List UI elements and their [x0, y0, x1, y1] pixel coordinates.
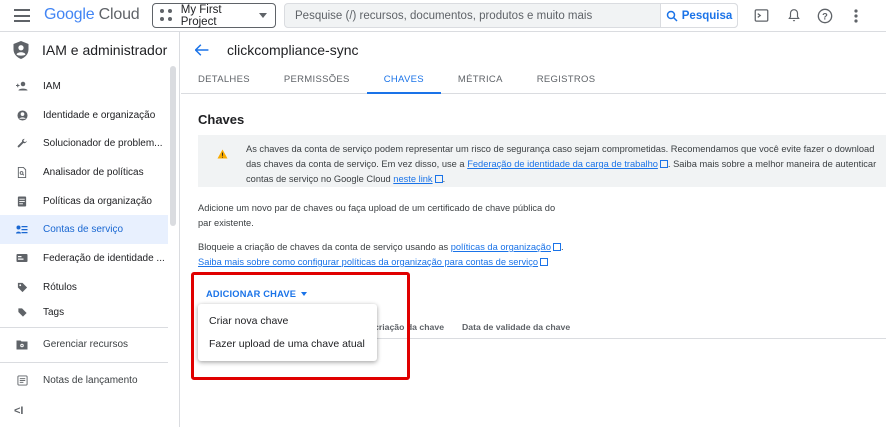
sidebar-divider — [0, 362, 168, 364]
external-link-icon — [553, 243, 561, 251]
person-add-icon — [16, 80, 28, 92]
external-link-icon — [540, 258, 549, 266]
sidebar-item-iam[interactable]: IAM — [0, 72, 168, 101]
document-search-icon — [16, 166, 28, 178]
account-circle-icon — [16, 109, 28, 121]
tab-detalhes[interactable]: DETALHES — [181, 68, 267, 94]
search-bar: Pesquisa — [284, 3, 738, 28]
sidebar-item-label: Solucionador de problem... — [43, 138, 163, 150]
sidebar-item-label: Tags — [43, 307, 65, 318]
back-arrow-icon[interactable] — [195, 44, 209, 56]
project-selector[interactable]: My First Project — [152, 3, 276, 28]
list-icon — [16, 195, 28, 207]
warning-text-part: . — [442, 174, 446, 184]
warning-icon — [217, 149, 228, 159]
sidebar-item-label: Políticas da organização — [43, 195, 152, 207]
project-name: My First Project — [180, 3, 222, 28]
block-key-description: Bloqueie a criação de chaves da conta de… — [198, 240, 598, 270]
sidebar-item-solucionador[interactable]: Solucionador de problem... — [0, 129, 168, 158]
sidebar-item-label: Federação de identidade ... — [43, 252, 165, 264]
top-bar: Google Cloud My First Project Pesquisa ? — [0, 0, 886, 32]
sidebar-scrollbar[interactable] — [170, 66, 176, 226]
more-vert-icon[interactable] — [847, 7, 864, 24]
sidebar: IAM e administrador IAM Identidade e org… — [0, 32, 180, 427]
sidebar-item-label: Analisador de políticas — [43, 166, 144, 178]
sidebar-item-contas-de-servico[interactable]: Contas de serviço — [0, 215, 168, 245]
tab-metrica[interactable]: MÉTRICA — [441, 68, 520, 94]
title-row: clickcompliance-sync — [181, 32, 886, 68]
sidebar-item-politicas[interactable]: Políticas da organização — [0, 187, 168, 216]
logo-cloud: Cloud — [98, 6, 140, 23]
column-header: Data de validade da chave — [462, 322, 571, 332]
shield-icon — [13, 41, 29, 59]
sidebar-item-label: Rótulos — [43, 281, 77, 293]
sidebar-item-notas[interactable]: Notas de lançamento — [0, 366, 168, 395]
federation-link[interactable]: Federação de identidade da carga de trab… — [467, 159, 658, 169]
sidebar-item-identidade[interactable]: Identidade e organização — [0, 101, 168, 130]
sidebar-item-label: Contas de serviço — [43, 224, 124, 236]
search-icon — [666, 10, 678, 22]
learn-more-link[interactable]: neste link — [393, 174, 432, 184]
org-policies-link[interactable]: políticas da organização — [451, 242, 551, 252]
block-text-part: . — [561, 242, 564, 252]
notifications-icon[interactable] — [785, 7, 802, 24]
sidebar-item-tags[interactable]: Tags — [0, 302, 168, 324]
sidebar-item-gerenciar-recursos[interactable]: Gerenciar recursos — [0, 331, 168, 360]
folder-gear-icon — [16, 339, 28, 351]
configure-policies-link[interactable]: Saiba mais sobre como configurar polític… — [198, 257, 538, 267]
logo-google: Google — [44, 6, 95, 23]
hamburger-menu-icon[interactable] — [14, 9, 30, 22]
external-link-icon — [659, 160, 668, 168]
tab-registros[interactable]: REGISTROS — [520, 68, 613, 94]
sidebar-header: IAM e administrador — [0, 32, 179, 68]
sidebar-item-rotulos[interactable]: Rótulos — [0, 273, 168, 302]
cloud-shell-icon[interactable] — [753, 7, 770, 24]
page-title: clickcompliance-sync — [227, 42, 359, 58]
add-key-description: Adicione um novo par de chaves ou faça u… — [198, 203, 556, 228]
svg-text:?: ? — [822, 11, 828, 21]
collapse-sidebar-icon[interactable]: <I — [14, 405, 23, 417]
id-card-icon — [16, 252, 28, 264]
sidebar-item-label: Notas de lançamento — [43, 375, 138, 387]
tab-bar: DETALHES PERMISSÕES CHAVES MÉTRICA REGIS… — [181, 68, 886, 94]
tab-permissoes[interactable]: PERMISSÕES — [267, 68, 367, 94]
sidebar-item-label: IAM — [43, 80, 61, 92]
search-button-label: Pesquisa — [681, 9, 733, 22]
warning-banner: As chaves da conta de serviço podem repr… — [198, 135, 886, 187]
red-highlight-box — [191, 272, 410, 380]
chevron-down-icon — [259, 13, 267, 18]
label-icon — [16, 281, 28, 293]
notes-icon — [16, 375, 28, 387]
project-dots-icon — [160, 9, 173, 22]
help-icon[interactable]: ? — [816, 7, 833, 24]
section-title: Chaves — [198, 112, 245, 127]
tab-chaves[interactable]: CHAVES — [366, 68, 441, 94]
wrench-icon — [16, 138, 28, 150]
search-button[interactable]: Pesquisa — [660, 3, 738, 28]
external-link-icon — [434, 175, 443, 183]
google-cloud-logo[interactable]: Google Cloud — [44, 6, 140, 24]
sidebar-title: IAM e administrador — [42, 42, 168, 58]
service-account-icon — [16, 224, 28, 236]
sidebar-item-federacao[interactable]: Federação de identidade ... — [0, 244, 168, 273]
tag-icon — [16, 307, 28, 319]
search-input[interactable] — [285, 4, 661, 27]
sidebar-divider — [0, 326, 168, 328]
warning-text: As chaves da conta de serviço podem repr… — [246, 142, 881, 187]
sidebar-item-label: Identidade e organização — [43, 109, 156, 121]
block-text-part: Bloqueie a criação de chaves da conta de… — [198, 242, 451, 252]
sidebar-item-analisador[interactable]: Analisador de políticas — [0, 158, 168, 187]
sidebar-item-label: Gerenciar recursos — [43, 339, 129, 351]
